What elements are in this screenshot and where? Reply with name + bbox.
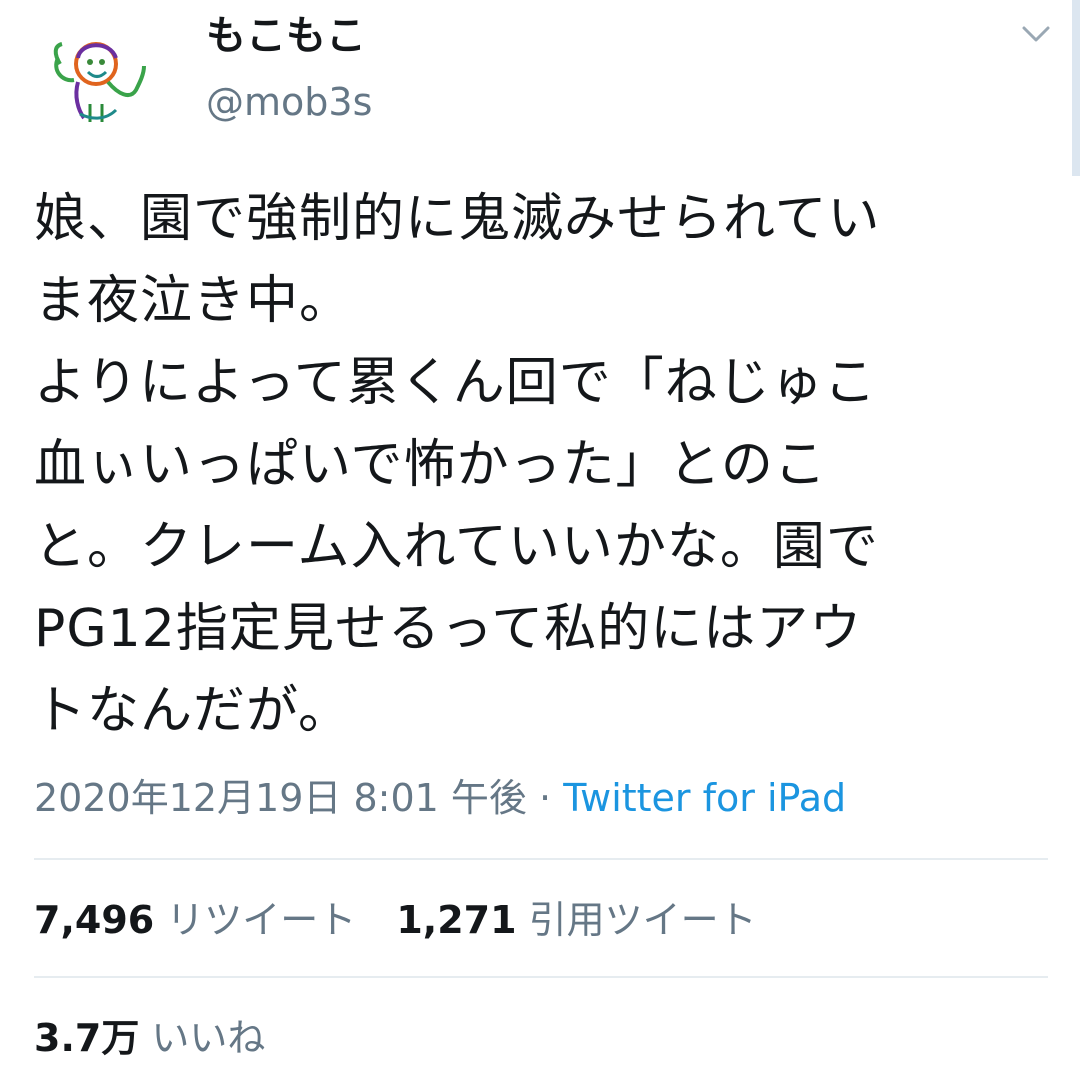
likes-stat[interactable]: 3.7万 いいね xyxy=(34,1006,265,1070)
tweet-text: 娘、園で強制的に鬼滅みせられてい ま夜泣き中。 よりによって累くん回で「ねじゅこ… xyxy=(34,189,881,741)
tweet-meta: 2020年12月19日 8:01 午後 · Twitter for iPad xyxy=(34,770,846,826)
divider xyxy=(34,858,1048,860)
quotes-stat[interactable]: 1,271 引用ツイート xyxy=(396,898,756,942)
retweets-stat[interactable]: 7,496 リツイート xyxy=(34,898,356,942)
avatar[interactable] xyxy=(44,30,156,130)
timestamp[interactable]: 2020年12月19日 8:01 午後 xyxy=(34,776,527,820)
quote-count: 1,271 xyxy=(396,898,517,942)
user-handle[interactable]: @mob3s xyxy=(206,76,372,128)
engagement-stats: 7,496 リツイート 1,271 引用ツイート xyxy=(34,888,757,952)
chevron-down-icon[interactable] xyxy=(1016,16,1056,52)
divider xyxy=(34,976,1048,978)
scrollbar[interactable] xyxy=(1072,0,1080,176)
like-count: 3.7万 xyxy=(34,1016,140,1060)
quote-label: 引用ツイート xyxy=(528,898,757,942)
like-label: いいね xyxy=(151,1016,266,1060)
display-name[interactable]: もこもこ xyxy=(206,8,366,64)
retweet-count: 7,496 xyxy=(34,898,155,942)
retweet-label: リツイート xyxy=(166,898,357,942)
meta-separator: · xyxy=(539,776,552,820)
source-link[interactable]: Twitter for iPad xyxy=(563,776,846,820)
